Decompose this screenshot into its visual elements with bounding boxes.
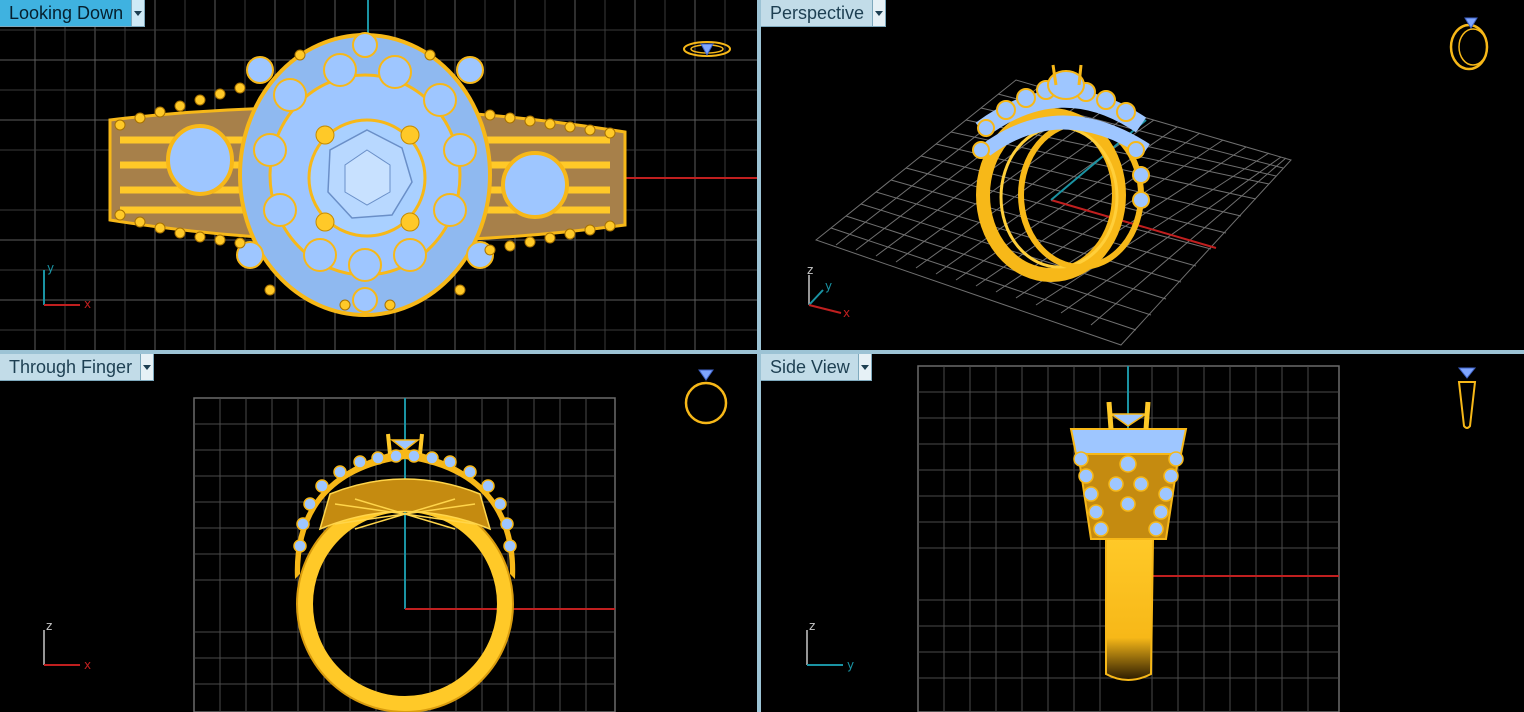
axis-label-y: y bbox=[47, 261, 54, 275]
axis-label-x: x bbox=[843, 306, 850, 320]
viewport-menu-icon[interactable] bbox=[857, 354, 871, 380]
viewport-menu-icon[interactable] bbox=[140, 354, 154, 380]
viewport-side-view[interactable]: z y Side View bbox=[761, 354, 1524, 712]
viewport-title: Through Finger bbox=[9, 357, 133, 377]
viewport-menu-icon[interactable] bbox=[131, 0, 145, 26]
viewport-menu-icon[interactable] bbox=[872, 0, 886, 26]
axis-label-z: z bbox=[46, 619, 52, 633]
ring-preview-icon bbox=[1449, 17, 1489, 71]
axis-label-x: x bbox=[84, 658, 91, 672]
viewport-perspective[interactable]: z y x Perspective bbox=[761, 0, 1524, 350]
viewport-scene-side-view: z y bbox=[806, 365, 1477, 712]
ring-preview-icon bbox=[683, 41, 731, 57]
axis-label-z: z bbox=[807, 263, 813, 277]
axis-label-x: x bbox=[84, 297, 91, 311]
axis-label-y: y bbox=[825, 279, 832, 293]
axis-label-z: z bbox=[809, 619, 815, 633]
viewport-scene-perspective: z y x bbox=[807, 17, 1489, 346]
tab-perspective[interactable]: Perspective bbox=[761, 0, 887, 27]
tab-looking-down[interactable]: Looking Down bbox=[0, 0, 146, 27]
tab-side-view[interactable]: Side View bbox=[761, 354, 872, 381]
viewport-title: Perspective bbox=[770, 3, 865, 23]
axis-label-y: y bbox=[847, 658, 854, 672]
viewport-scene-through-finger: z x bbox=[43, 369, 728, 712]
axis-gizmo-icon bbox=[43, 630, 80, 666]
ring-model-side-view[interactable] bbox=[1069, 401, 1188, 681]
viewport-scene-looking-down: y x bbox=[0, 0, 757, 350]
ring-model-perspective[interactable] bbox=[972, 64, 1150, 282]
viewport-title: Side View bbox=[770, 357, 850, 377]
viewport-looking-down[interactable]: y x Looking Down bbox=[0, 0, 757, 350]
ring-model-top[interactable] bbox=[108, 32, 627, 317]
tab-through-finger[interactable]: Through Finger bbox=[0, 354, 155, 381]
ring-preview-icon bbox=[1457, 367, 1477, 429]
viewport-through-finger[interactable]: z x Through Finger bbox=[0, 354, 757, 712]
viewport-title: Looking Down bbox=[9, 3, 124, 23]
ring-preview-icon bbox=[684, 369, 728, 425]
axis-gizmo-icon bbox=[806, 630, 843, 666]
